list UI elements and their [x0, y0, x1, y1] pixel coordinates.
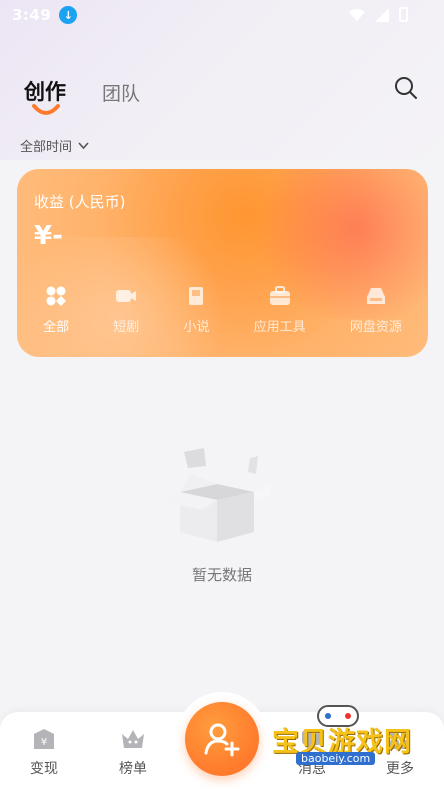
wifi-icon	[349, 8, 365, 21]
empty-state-text: 暂无数据	[191, 566, 252, 584]
create-fab-button[interactable]	[185, 702, 259, 776]
nav-monetize[interactable]: ¥ 变现	[14, 726, 74, 778]
tab-team-label: 团队	[102, 83, 141, 105]
status-bar: 3:49 ↓	[0, 0, 444, 30]
tab-create-label: 创作	[24, 80, 66, 104]
time-filter-dropdown[interactable]: 全部时间	[20, 136, 89, 155]
nav-rankings-label: 榜单	[119, 761, 147, 777]
category-short-drama-label: 短剧	[113, 320, 140, 335]
book-icon	[189, 287, 204, 305]
empty-box-icon	[164, 448, 272, 542]
top-tabs: 创作 团队	[24, 76, 140, 115]
add-user-icon	[204, 723, 240, 757]
category-cloud-drive-label: 网盘资源	[349, 320, 402, 335]
chevron-down-icon	[78, 141, 89, 149]
video-icon	[116, 290, 137, 302]
tab-create[interactable]: 创作	[24, 76, 66, 115]
earnings-title: 收益 (人民币)	[34, 193, 126, 211]
grid-icon	[46, 286, 67, 306]
category-short-drama[interactable]: 短剧	[113, 285, 139, 335]
money-bag-icon: ¥	[34, 729, 54, 749]
crown-icon	[122, 730, 144, 748]
toolbox-icon	[269, 286, 290, 305]
smile-underline-icon	[32, 104, 60, 115]
earnings-amount: ¥-	[34, 221, 63, 251]
nav-rankings[interactable]: 榜单	[103, 726, 163, 778]
nav-monetize-label: 变现	[30, 761, 58, 777]
status-icons	[349, 7, 408, 22]
category-tabs: 全部 短剧 小说 应用工具 网盘资源	[17, 285, 428, 335]
status-time: 3:49	[12, 6, 52, 24]
category-cloud-drive[interactable]: 网盘资源	[350, 285, 402, 335]
category-all[interactable]: 全部	[43, 285, 69, 335]
watermark-url: baobeiy.com	[296, 752, 376, 765]
category-app-tools-label: 应用工具	[253, 320, 306, 335]
svg-text:¥: ¥	[41, 737, 47, 748]
category-app-tools[interactable]: 应用工具	[254, 285, 306, 335]
category-novel-label: 小说	[183, 320, 210, 335]
category-all-label: 全部	[43, 320, 70, 335]
category-novel[interactable]: 小说	[183, 285, 209, 335]
cloud-drive-icon	[366, 288, 385, 304]
battery-icon	[399, 7, 408, 22]
time-filter-label: 全部时间	[20, 140, 73, 155]
signal-icon	[375, 7, 389, 22]
download-icon: ↓	[59, 6, 78, 24]
tab-team[interactable]: 团队	[102, 79, 140, 106]
earnings-card: 收益 (人民币) ¥- 全部 短剧 小说 应用工具 网盘资源	[17, 169, 428, 357]
search-icon[interactable]	[394, 76, 418, 100]
